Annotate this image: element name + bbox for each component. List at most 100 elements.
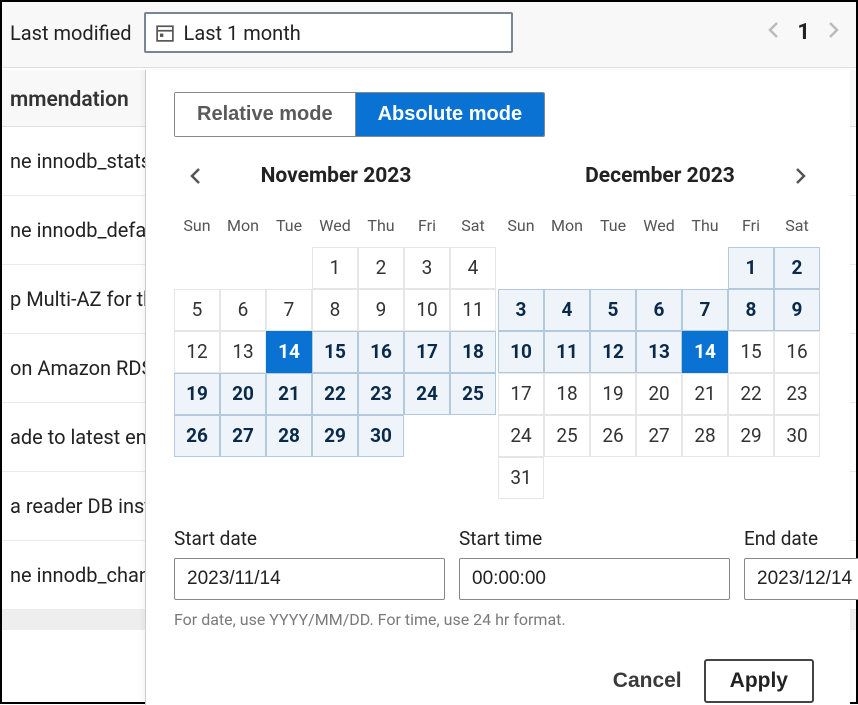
prev-month-button[interactable] [180, 160, 212, 192]
day-cell[interactable]: 11 [544, 331, 590, 373]
day-cell[interactable]: 28 [266, 415, 312, 457]
cancel-button[interactable]: Cancel [613, 669, 682, 693]
day-cell[interactable]: 30 [774, 415, 820, 457]
pager-page-number: 1 [797, 20, 810, 45]
day-cell[interactable]: 5 [590, 289, 636, 331]
day-cell[interactable]: 16 [358, 331, 404, 373]
day-cell[interactable]: 17 [404, 331, 450, 373]
day-cell[interactable]: 21 [682, 373, 728, 415]
day-cell[interactable]: 11 [450, 289, 496, 331]
row-text: ne innodb_defau [10, 218, 157, 242]
end-date-label: End date [744, 527, 858, 550]
row-text: a reader DB insta [10, 494, 162, 518]
day-cell[interactable]: 5 [174, 289, 220, 331]
next-month-button[interactable] [784, 160, 816, 192]
day-cell[interactable]: 25 [544, 415, 590, 457]
day-cell[interactable]: 9 [774, 289, 820, 331]
day-cell[interactable]: 13 [220, 331, 266, 373]
day-cell[interactable]: 23 [358, 373, 404, 415]
day-cell[interactable]: 24 [404, 373, 450, 415]
day-empty [174, 247, 220, 289]
weekday-header: Fri [404, 205, 450, 247]
day-cell[interactable]: 6 [220, 289, 266, 331]
calendar-icon [156, 24, 174, 42]
day-cell[interactable]: 10 [498, 331, 544, 373]
pager-prev-icon[interactable] [767, 20, 781, 46]
day-empty [682, 247, 728, 289]
calendar-right-grid: SunMonTueWedThuFriSat1234567891011121314… [498, 205, 822, 499]
day-empty [590, 247, 636, 289]
day-cell[interactable]: 10 [404, 289, 450, 331]
absolute-mode-button[interactable]: Absolute mode [355, 93, 544, 136]
calendar-left-title: November 2023 [261, 164, 412, 188]
day-cell[interactable]: 21 [266, 373, 312, 415]
day-cell[interactable]: 22 [312, 373, 358, 415]
day-cell[interactable]: 2 [774, 247, 820, 289]
day-cell[interactable]: 31 [498, 457, 544, 499]
weekday-header: Sun [174, 205, 220, 247]
day-cell[interactable]: 12 [174, 331, 220, 373]
day-cell[interactable]: 3 [498, 289, 544, 331]
day-cell[interactable]: 14 [266, 331, 312, 373]
day-cell[interactable]: 24 [498, 415, 544, 457]
day-cell[interactable]: 6 [636, 289, 682, 331]
day-cell[interactable]: 3 [404, 247, 450, 289]
weekday-header: Mon [220, 205, 266, 247]
pager-next-icon[interactable] [826, 20, 840, 46]
day-cell[interactable]: 26 [590, 415, 636, 457]
day-cell[interactable]: 16 [774, 331, 820, 373]
apply-button[interactable]: Apply [704, 659, 814, 703]
filter-label: Last modified [10, 21, 132, 45]
day-cell[interactable]: 15 [312, 331, 358, 373]
day-cell[interactable]: 20 [636, 373, 682, 415]
day-cell[interactable]: 19 [590, 373, 636, 415]
day-cell[interactable]: 23 [774, 373, 820, 415]
start-time-input[interactable] [459, 558, 730, 600]
day-cell[interactable]: 7 [266, 289, 312, 331]
day-cell[interactable]: 13 [636, 331, 682, 373]
day-cell[interactable]: 19 [174, 373, 220, 415]
day-cell[interactable]: 26 [174, 415, 220, 457]
end-date-input[interactable] [744, 558, 858, 600]
day-cell[interactable]: 7 [682, 289, 728, 331]
day-cell[interactable]: 4 [544, 289, 590, 331]
day-cell[interactable]: 18 [450, 331, 496, 373]
day-cell[interactable]: 12 [590, 331, 636, 373]
weekday-header: Thu [358, 205, 404, 247]
date-range-input[interactable]: Last 1 month [144, 12, 513, 53]
day-cell[interactable]: 15 [728, 331, 774, 373]
day-cell[interactable]: 27 [220, 415, 266, 457]
weekday-header: Wed [636, 205, 682, 247]
day-cell[interactable]: 8 [312, 289, 358, 331]
day-cell[interactable]: 25 [450, 373, 496, 415]
weekday-header: Wed [312, 205, 358, 247]
day-cell[interactable]: 22 [728, 373, 774, 415]
day-cell[interactable]: 20 [220, 373, 266, 415]
weekday-header: Tue [266, 205, 312, 247]
row-text: ade to latest eng [10, 425, 158, 449]
day-cell[interactable]: 1 [728, 247, 774, 289]
day-cell[interactable]: 9 [358, 289, 404, 331]
format-help-text: For date, use YYYY/MM/DD. For time, use … [174, 610, 822, 629]
day-cell[interactable]: 8 [728, 289, 774, 331]
day-cell[interactable]: 14 [682, 331, 728, 373]
weekday-header: Sat [774, 205, 820, 247]
relative-mode-button[interactable]: Relative mode [175, 93, 355, 136]
day-cell[interactable]: 29 [312, 415, 358, 457]
day-cell[interactable]: 17 [498, 373, 544, 415]
row-text: p Multi-AZ for th [10, 287, 154, 311]
day-cell[interactable]: 29 [728, 415, 774, 457]
day-cell[interactable]: 2 [358, 247, 404, 289]
start-date-input[interactable] [174, 558, 445, 600]
day-cell[interactable]: 4 [450, 247, 496, 289]
day-cell[interactable]: 28 [682, 415, 728, 457]
day-cell[interactable]: 30 [358, 415, 404, 457]
weekday-header: Mon [544, 205, 590, 247]
weekday-header: Thu [682, 205, 728, 247]
calendar-right: December 2023 SunMonTueWedThuFriSat12345… [498, 161, 822, 499]
day-cell[interactable]: 27 [636, 415, 682, 457]
day-empty [266, 247, 312, 289]
day-cell[interactable]: 18 [544, 373, 590, 415]
day-cell[interactable]: 1 [312, 247, 358, 289]
weekday-header: Sun [498, 205, 544, 247]
